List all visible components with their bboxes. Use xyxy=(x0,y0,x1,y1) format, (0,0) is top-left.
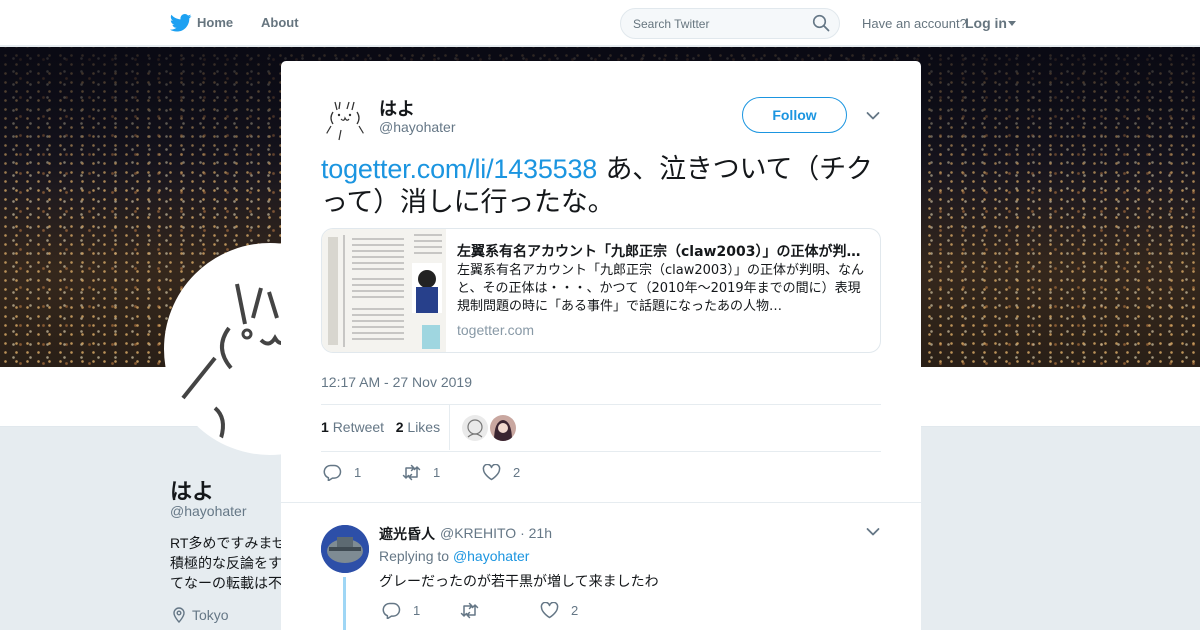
follow-button[interactable]: Follow xyxy=(742,97,847,133)
like-action[interactable]: 2 xyxy=(482,464,520,481)
like-label: Likes xyxy=(407,419,441,435)
card-description: 左翼系有名アカウント「九郎正宗（claw2003）」の正体が判明、なんと、その正… xyxy=(457,263,864,314)
retweet-action[interactable]: 1 xyxy=(402,464,440,481)
tweet-link[interactable]: togetter.com/li/1435538 xyxy=(321,154,597,184)
reply-count: 1 xyxy=(354,465,362,480)
retweet-icon[interactable] xyxy=(402,464,421,481)
chevron-down-icon[interactable] xyxy=(866,527,880,537)
retweet-count: 1 xyxy=(433,465,441,480)
reply-like-count: 2 xyxy=(571,603,579,618)
like-count: 2 xyxy=(395,419,404,435)
like-count: 2 xyxy=(513,465,521,480)
retweet-count: 1 xyxy=(321,419,329,435)
tweet-text: togetter.com/li/1435538 あ、泣きついて（チクって）消しに… xyxy=(321,153,881,219)
reply-retweet-action[interactable] xyxy=(460,602,491,619)
replying-to: Replying to @hayohater xyxy=(379,548,529,564)
reply-reply-action[interactable]: 1 xyxy=(382,602,420,619)
replying-prefix: Replying to xyxy=(379,548,450,564)
card-thumbnail xyxy=(322,229,446,352)
replying-handle-link[interactable]: @hayohater xyxy=(453,548,529,564)
reply-author-name[interactable]: 遮光昏人 xyxy=(379,524,435,544)
stats-separator xyxy=(449,404,450,450)
reply-author-handle[interactable]: @KREHITO xyxy=(440,525,516,541)
liker-avatar[interactable] xyxy=(462,415,488,441)
close-icon[interactable] xyxy=(1154,12,1178,36)
link-card[interactable]: 左翼系有名アカウント「九郎正宗（claw2003）」の正体が判明、なんと、その正… xyxy=(321,228,881,353)
newspaper-thumbnail-icon xyxy=(322,229,446,352)
reply-icon[interactable] xyxy=(382,602,401,619)
retweet-icon[interactable] xyxy=(460,602,479,619)
liker-avatar[interactable] xyxy=(490,415,516,441)
reply-avatar[interactable] xyxy=(321,525,369,573)
retweet-label: Retweet xyxy=(332,419,385,435)
author-handle[interactable]: @hayohater xyxy=(379,119,455,135)
reply-author-meta: @KREHITO · 21h xyxy=(440,525,552,541)
card-title[interactable]: 左翼系有名アカウント「九郎正宗（claw2003）」の正体が判明、なんと、その正… xyxy=(457,241,867,261)
cat-avatar-icon xyxy=(323,101,366,141)
author-avatar[interactable] xyxy=(321,94,369,142)
reply-separator: · xyxy=(520,525,525,541)
reply-text: グレーだったのが若干黒が増して来ましたわ xyxy=(379,574,659,590)
divider xyxy=(321,404,881,405)
reply-thread-line xyxy=(343,577,346,630)
chevron-down-icon[interactable] xyxy=(866,111,880,121)
card-domain: togetter.com xyxy=(457,322,535,338)
heart-icon[interactable] xyxy=(482,464,501,481)
tweet-modal: はよ @hayohater Follow togetter.com/li/143… xyxy=(281,61,921,630)
reply-like-action[interactable]: 2 xyxy=(540,602,578,619)
reply-icon[interactable] xyxy=(323,464,342,481)
reply-action[interactable]: 1 xyxy=(323,464,361,481)
divider xyxy=(321,451,881,452)
reply-reply-count: 1 xyxy=(413,603,421,618)
author-name[interactable]: はよ xyxy=(379,95,415,121)
heart-icon[interactable] xyxy=(540,602,559,619)
reply-time[interactable]: 21h xyxy=(529,525,552,541)
tweet-timestamp[interactable]: 12:17 AM - 27 Nov 2019 xyxy=(321,374,472,390)
tweet-stats[interactable]: 1 Retweet 2 Likes xyxy=(321,419,440,435)
section-divider xyxy=(281,502,921,503)
